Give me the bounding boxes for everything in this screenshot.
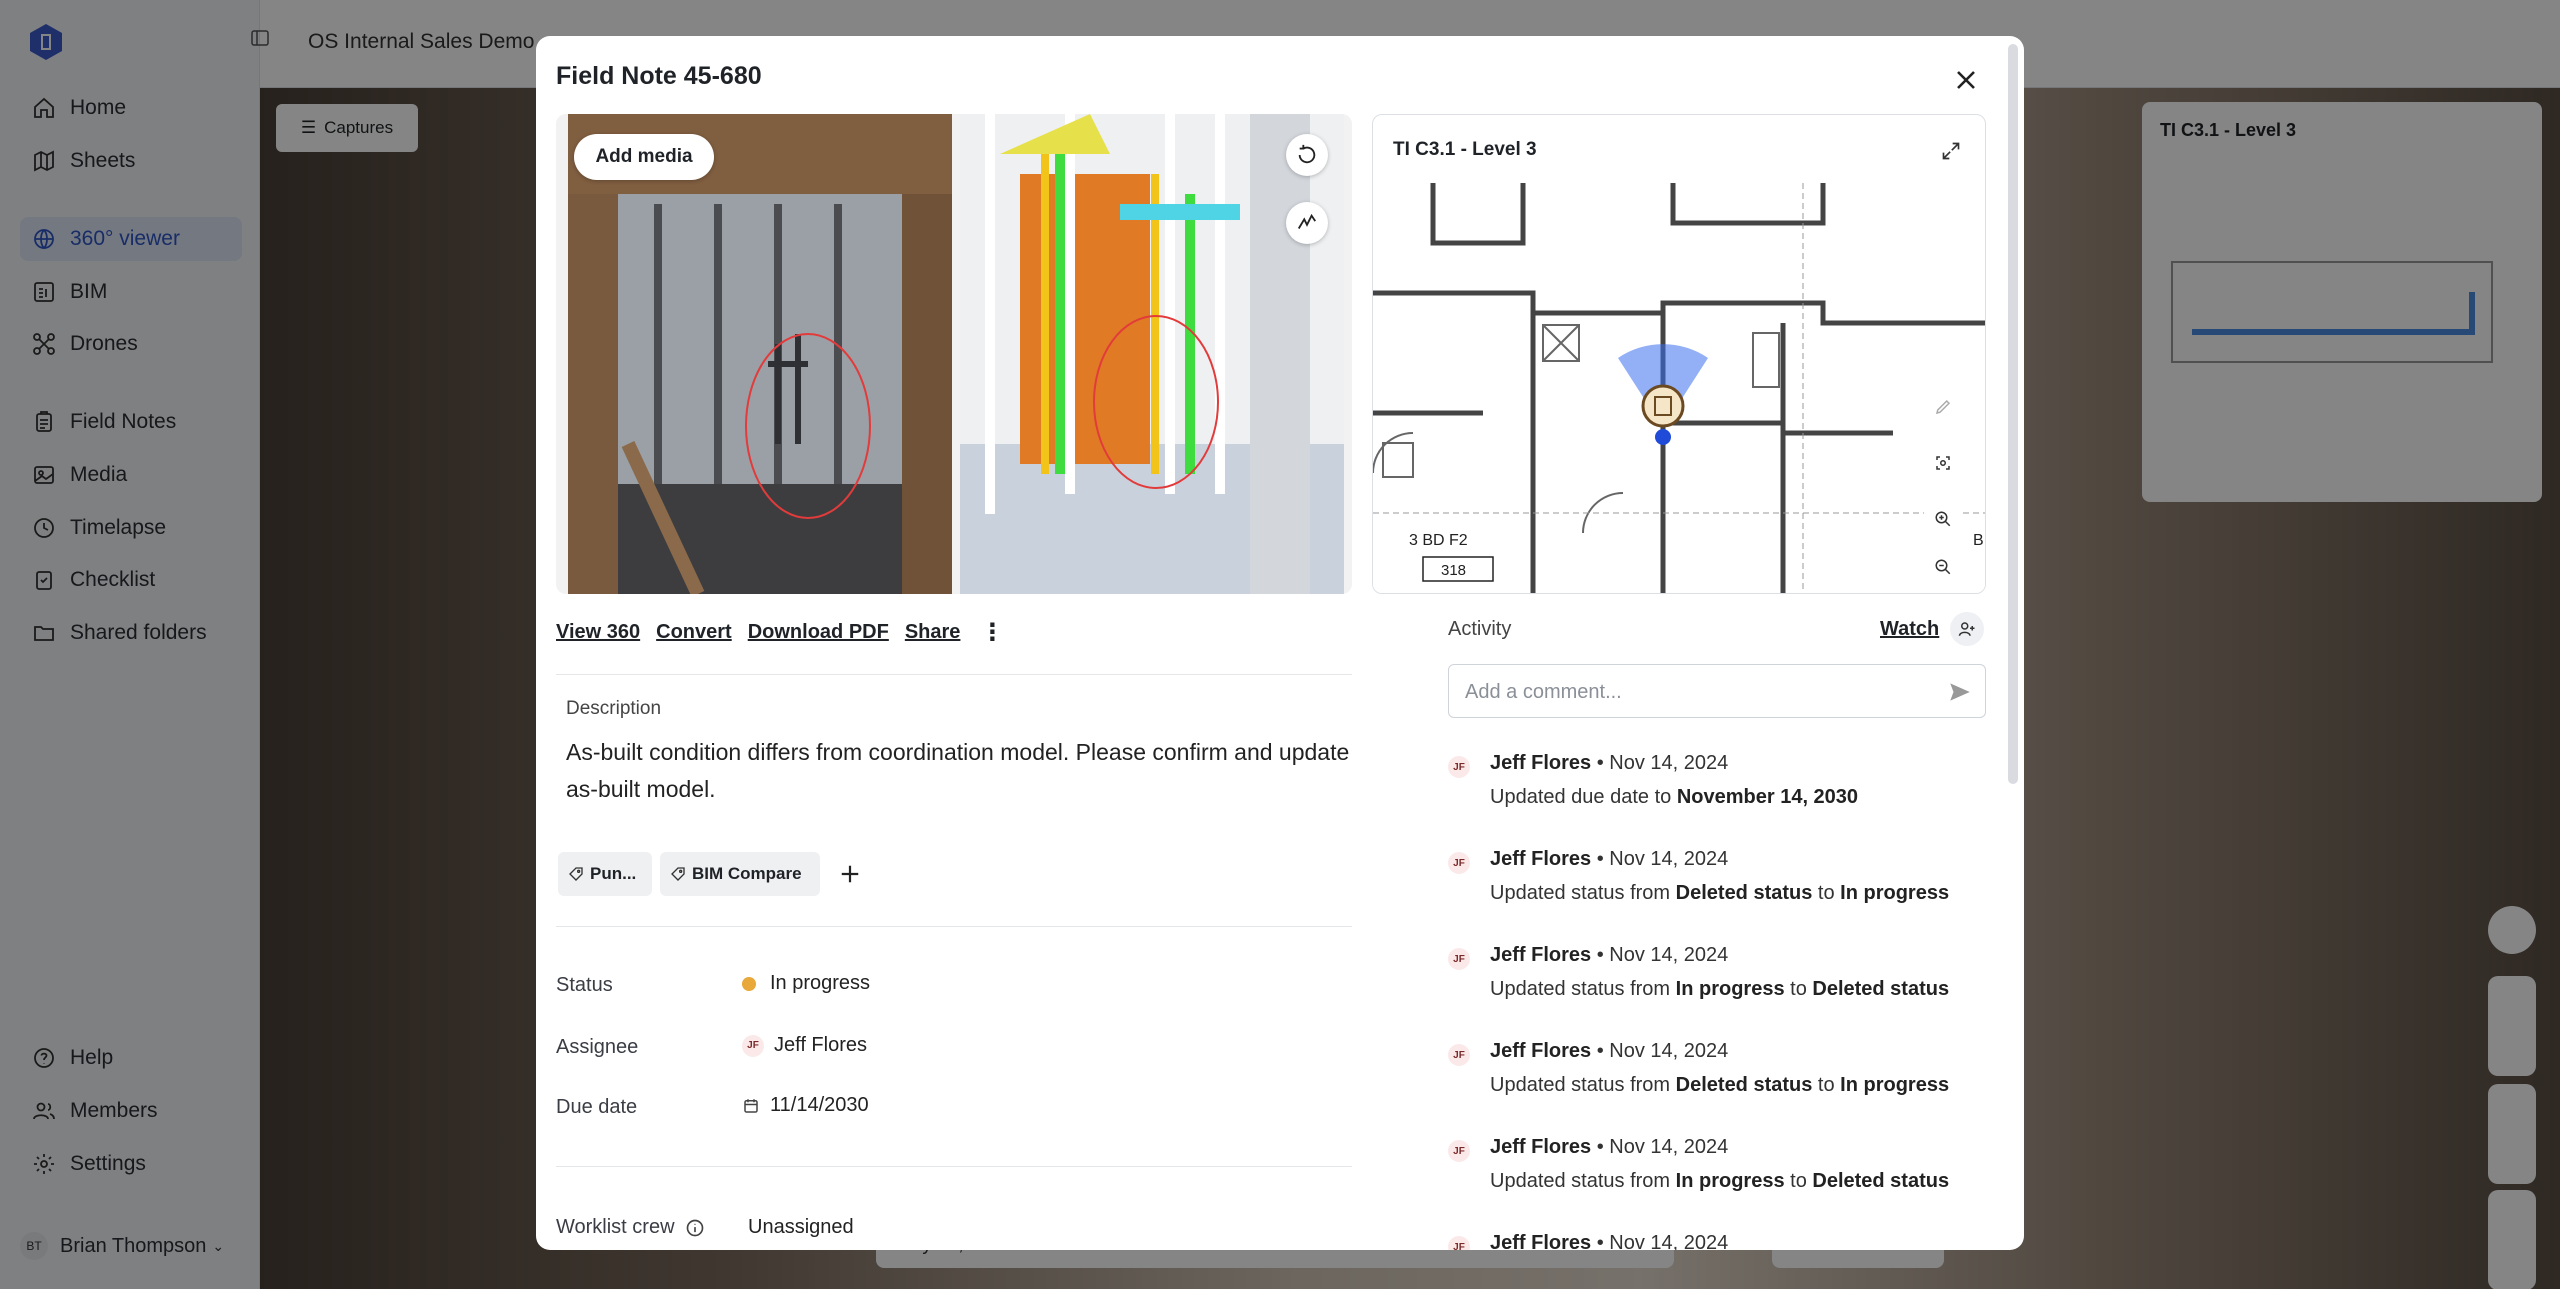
activity-text: Updated status from Deleted status to In…	[1490, 882, 1950, 904]
bim-render[interactable]	[960, 114, 1344, 594]
avatar: JF	[742, 1034, 764, 1057]
download-pdf-link[interactable]: Download PDF	[748, 621, 889, 644]
assignee-value[interactable]: JF Jeff Flores	[742, 1034, 867, 1057]
floor-plan[interactable]: 3 BD F2 318 B	[1373, 183, 1986, 594]
due-date-value[interactable]: 11/14/2030	[742, 1094, 869, 1117]
scribble-icon	[1297, 213, 1317, 229]
activity-header: Jeff Flores • Nov 14, 2024	[1490, 1232, 1729, 1250]
field-note-modal: Field Note 45-680 Add media TI C3.1 - Le…	[536, 36, 2024, 1250]
add-media-button[interactable]: Add media	[574, 134, 714, 180]
pencil-icon	[1935, 399, 1951, 415]
send-icon[interactable]	[1947, 679, 1973, 705]
activity-header: Jeff Flores • Nov 14, 2024	[1490, 848, 1729, 870]
avatar: JF	[1448, 1236, 1470, 1250]
status-value[interactable]: In progress	[742, 972, 870, 995]
modal-scrollbar[interactable]	[2008, 44, 2018, 784]
site-photo[interactable]	[568, 114, 952, 594]
more-options-icon[interactable]: ⋮	[980, 618, 1004, 647]
worklist-crew-label: Worklist crew	[556, 1216, 705, 1239]
room-label: 3 BD F2	[1409, 532, 1468, 549]
note-actions: View 360 Convert Download PDF Share ⋮	[556, 616, 1004, 648]
status-dot	[742, 976, 756, 991]
edit-pin-button[interactable]	[1923, 387, 1963, 427]
activity-header: Jeff Flores • Nov 14, 2024	[1490, 1136, 1729, 1158]
user-plus-icon	[1958, 622, 1975, 636]
plus-icon	[841, 865, 859, 883]
status-label: Status	[556, 974, 613, 996]
zoom-out-icon	[1935, 559, 1951, 575]
close-button[interactable]	[1944, 58, 1988, 102]
zoom-in-button[interactable]	[1923, 499, 1963, 539]
activity-header: Jeff Flores • Nov 14, 2024	[1490, 752, 1729, 774]
activity-item: JF Jeff Flores • Nov 14, 2024 Updated du…	[1448, 752, 1988, 832]
divider	[556, 926, 1352, 927]
avatar: JF	[1448, 948, 1470, 970]
close-icon	[1957, 71, 1975, 89]
markup-button[interactable]	[1286, 202, 1328, 244]
activity-header: Jeff Flores • Nov 14, 2024	[1490, 1040, 1729, 1062]
expand-button[interactable]	[1931, 131, 1971, 171]
activity-text: Updated status from In progress to Delet…	[1490, 978, 1950, 1000]
tag-icon	[569, 867, 583, 881]
assignee-label: Assignee	[556, 1036, 639, 1058]
floor-plan-panel: TI C3.1 - Level 3 3 BD F2 318 B	[1372, 114, 1986, 594]
activity-item: JF Jeff Flores • Nov 14, 2024 Updated st…	[1448, 848, 1988, 928]
info-icon[interactable]	[685, 1218, 705, 1238]
description-label: Description	[566, 698, 662, 719]
watch-button[interactable]: Watch	[1880, 618, 1939, 641]
avatar: JF	[1448, 852, 1470, 874]
view-360-link[interactable]: View 360	[556, 621, 640, 644]
activity-header: Jeff Flores • Nov 14, 2024	[1490, 944, 1729, 966]
divider	[556, 674, 1352, 675]
divider	[556, 1166, 1352, 1167]
rotate-icon	[1298, 144, 1316, 164]
activity-item: JF Jeff Flores • Nov 14, 2024 Updated st…	[1448, 944, 1988, 1024]
plan-title: TI C3.1 - Level 3	[1393, 139, 1537, 160]
comment-input[interactable]	[1463, 677, 1923, 707]
due-date-label: Due date	[556, 1096, 638, 1118]
avatar: JF	[1448, 1140, 1470, 1162]
recenter-button[interactable]	[1923, 443, 1963, 483]
tag-punch[interactable]: Pun...	[558, 852, 652, 896]
avatar: JF	[1448, 756, 1470, 778]
activity-item: JF Jeff Flores • Nov 14, 2024 Updated st…	[1448, 1136, 1988, 1216]
calendar-icon	[744, 1098, 758, 1113]
tag-icon	[671, 867, 685, 881]
activity-item: JF Jeff Flores • Nov 14, 2024 Updated st…	[1448, 1040, 1988, 1120]
worklist-crew-value[interactable]: Unassigned	[748, 1216, 854, 1239]
modal-title: Field Note 45-680	[556, 62, 762, 90]
activity-item: JF Jeff Flores • Nov 14, 2024	[1448, 1232, 1988, 1250]
zoom-out-button[interactable]	[1923, 547, 1963, 587]
expand-icon	[1942, 142, 1960, 160]
room-number: 318	[1441, 562, 1466, 579]
add-watcher-button[interactable]	[1950, 612, 1984, 646]
description-text[interactable]: As-built condition differs from coordina…	[566, 734, 1356, 808]
activity-text: Updated status from Deleted status to In…	[1490, 1074, 1950, 1096]
activity-text: Updated due date to November 14, 2030	[1490, 786, 1859, 808]
share-link[interactable]: Share	[905, 621, 961, 644]
tag-bim-compare[interactable]: BIM Compare	[660, 852, 820, 896]
activity-title: Activity	[1448, 618, 1512, 640]
convert-link[interactable]: Convert	[656, 621, 732, 644]
comment-box	[1448, 664, 1986, 718]
focus-icon	[1936, 456, 1950, 470]
media-gallery: Add media	[556, 114, 1352, 594]
add-tag-button[interactable]	[832, 856, 868, 892]
zoom-in-icon	[1935, 511, 1951, 527]
activity-text: Updated status from In progress to Delet…	[1490, 1170, 1950, 1192]
edge-label: B	[1973, 532, 1984, 549]
avatar: JF	[1448, 1044, 1470, 1066]
rotate-view-button[interactable]	[1286, 134, 1328, 176]
